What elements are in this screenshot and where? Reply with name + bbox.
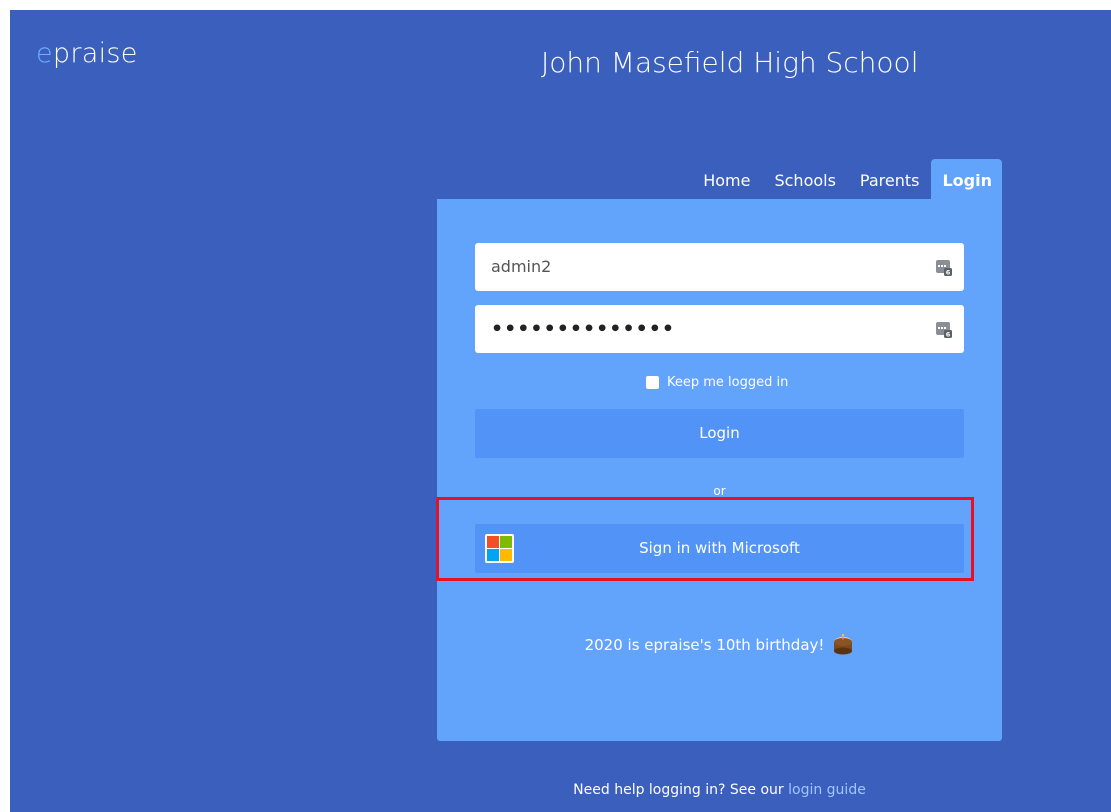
svg-text:6: 6 xyxy=(946,331,951,339)
username-value: admin2 xyxy=(491,257,552,276)
cake-icon xyxy=(834,634,853,655)
password-manager-icon[interactable]: 6 xyxy=(935,258,953,276)
remember-me: Keep me logged in xyxy=(646,375,788,390)
top-nav: Home Schools Parents Login xyxy=(691,159,1002,199)
login-help: Need help logging in? See our login guid… xyxy=(437,782,1002,798)
password-manager-icon[interactable]: 6 xyxy=(935,320,953,338)
login-guide-link[interactable]: login guide xyxy=(788,782,866,798)
sign-in-microsoft-button[interactable]: Sign in with Microsoft xyxy=(475,524,964,573)
password-value: •••••••••••••• xyxy=(491,318,676,340)
sign-in-microsoft-label: Sign in with Microsoft xyxy=(639,539,800,557)
page-background: epraise John Masefield High School Home … xyxy=(10,10,1111,812)
nav-home[interactable]: Home xyxy=(691,159,762,199)
birthday-text: 2020 is epraise's 10th birthday! xyxy=(584,636,825,654)
svg-text:6: 6 xyxy=(946,269,951,277)
password-field[interactable]: •••••••••••••• 6 xyxy=(475,305,964,353)
or-divider: or xyxy=(713,484,726,498)
nav-parents[interactable]: Parents xyxy=(848,159,932,199)
nav-login[interactable]: Login xyxy=(931,159,1002,199)
login-button[interactable]: Login xyxy=(475,409,964,458)
username-field[interactable]: admin2 6 xyxy=(475,243,964,291)
nav-schools[interactable]: Schools xyxy=(762,159,847,199)
login-panel: admin2 6 •••••••••••••• 6 Keep me logged… xyxy=(437,199,1002,741)
school-name-title: John Masefield High School xyxy=(541,46,919,79)
remember-me-checkbox[interactable] xyxy=(646,376,659,389)
login-help-text: Need help logging in? See our xyxy=(573,782,784,798)
logo-accent-letter: e xyxy=(36,38,53,69)
epraise-logo[interactable]: epraise xyxy=(36,38,138,69)
remember-me-label[interactable]: Keep me logged in xyxy=(667,375,788,390)
birthday-announcement: 2020 is epraise's 10th birthday! xyxy=(437,634,1002,656)
microsoft-logo-icon xyxy=(485,534,514,563)
logo-text: praise xyxy=(52,38,138,69)
